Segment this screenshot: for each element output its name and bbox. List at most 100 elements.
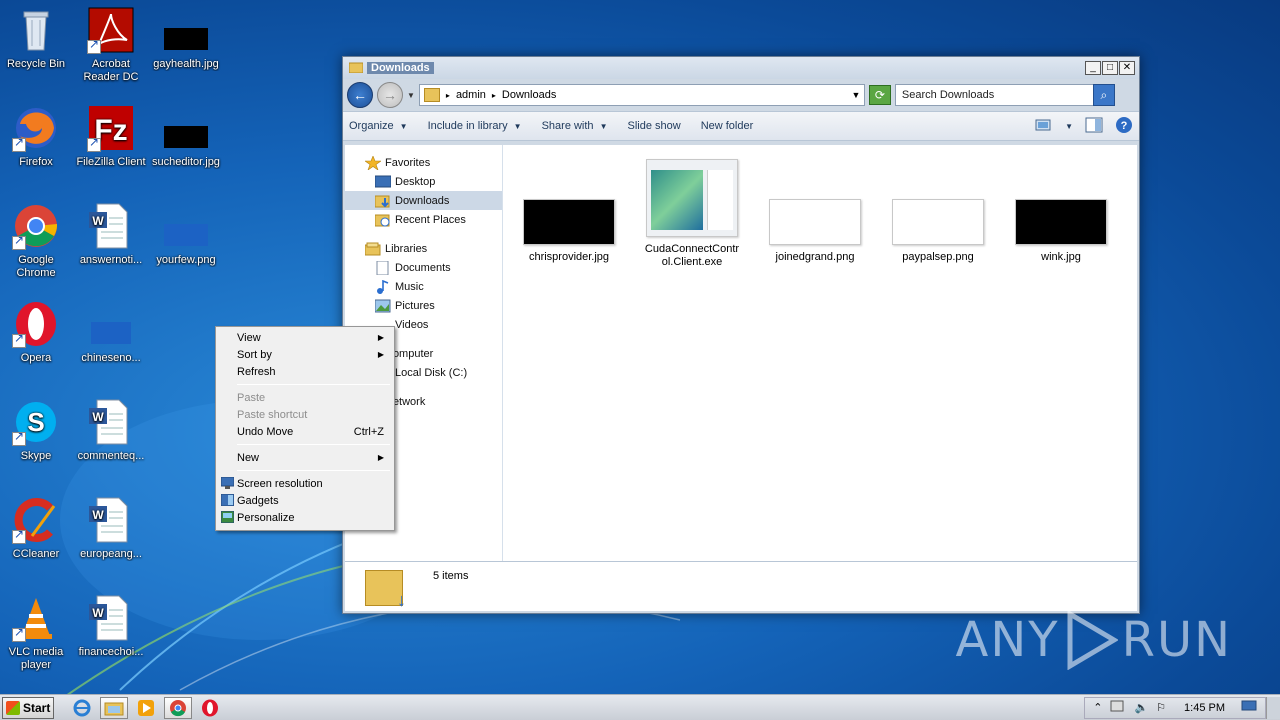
show-desktop-button[interactable] bbox=[1266, 696, 1280, 719]
nav-recent-places[interactable]: Recent Places bbox=[345, 210, 502, 229]
close-button[interactable]: ✕ bbox=[1119, 61, 1135, 75]
nav-favorites[interactable]: Favorites bbox=[345, 153, 502, 172]
breadcrumb-admin[interactable]: admin bbox=[456, 89, 486, 101]
menu-item-sort-by[interactable]: Sort by ▶ bbox=[218, 346, 392, 363]
breadcrumb-chevron-icon[interactable]: ▸ bbox=[492, 91, 496, 100]
nav-downloads[interactable]: Downloads bbox=[345, 191, 502, 210]
file-item[interactable]: CudaConnectControl.Client.exe bbox=[642, 159, 742, 269]
taskbar-internet-explorer[interactable] bbox=[68, 697, 96, 719]
shortcut-arrow-icon bbox=[12, 136, 26, 152]
desktop-icon-filezilla[interactable]: Fz FileZilla Client bbox=[75, 104, 147, 169]
action-center-icon[interactable] bbox=[1110, 699, 1126, 716]
view-options-dropdown-icon[interactable]: ▼ bbox=[1065, 122, 1073, 131]
menu-item-paste[interactable]: Paste bbox=[218, 389, 392, 406]
slide-show-button[interactable]: Slide show bbox=[627, 120, 680, 132]
window-titlebar[interactable]: Downloads _ □ ✕ bbox=[343, 57, 1139, 79]
file-thumbnail bbox=[523, 199, 615, 245]
desktop-icon-answernoti[interactable]: W answernoti... bbox=[75, 202, 147, 267]
desktop-icon-label: Opera bbox=[20, 352, 52, 364]
address-dropdown-icon[interactable]: ▼ bbox=[848, 90, 864, 100]
nav-desktop-label: Desktop bbox=[395, 175, 436, 188]
menu-item-screen-resolution[interactable]: Screen resolution bbox=[218, 475, 392, 492]
desktop-icon-yourfew[interactable]: yourfew.png bbox=[150, 202, 222, 267]
share-with-button[interactable]: Share with ▼ bbox=[542, 120, 608, 132]
file-item[interactable]: joinedgrand.png bbox=[765, 199, 865, 264]
change-view-icon[interactable] bbox=[1035, 118, 1053, 135]
nav-libraries[interactable]: Libraries bbox=[345, 239, 502, 258]
blank-file-icon bbox=[87, 300, 135, 348]
taskbar-media-player[interactable] bbox=[132, 697, 160, 719]
taskbar-explorer[interactable] bbox=[100, 696, 128, 719]
forward-button[interactable]: → bbox=[377, 82, 403, 108]
desktop-icon-sucheditor[interactable]: sucheditor.jpg bbox=[150, 104, 222, 169]
back-button[interactable]: ← bbox=[347, 82, 373, 108]
desktop-icon-firefox[interactable]: Firefox bbox=[0, 104, 72, 169]
desktop-icon-europeang[interactable]: W europeang... bbox=[75, 496, 147, 561]
search-icon[interactable]: ⌕ bbox=[1092, 84, 1115, 106]
filezilla-icon: Fz bbox=[87, 104, 135, 152]
recent-pages-dropdown-icon[interactable]: ▼ bbox=[407, 91, 415, 100]
desktop-icon-chineseno[interactable]: chineseno... bbox=[75, 300, 147, 365]
nav-music[interactable]: Music bbox=[345, 277, 502, 296]
refresh-button[interactable]: ⟳ bbox=[868, 85, 891, 105]
ccleaner-icon bbox=[12, 496, 60, 544]
minimize-button[interactable]: _ bbox=[1085, 61, 1101, 75]
desktop-icon-gayhealth[interactable]: gayhealth.jpg bbox=[150, 6, 222, 71]
nav-desktop[interactable]: Desktop bbox=[345, 172, 502, 191]
desktop-icon-commenteq[interactable]: W commenteq... bbox=[75, 398, 147, 463]
show-hidden-icons-icon[interactable]: ⌃ bbox=[1093, 701, 1102, 714]
chevron-down-icon: ▼ bbox=[399, 121, 408, 131]
desktop-icon-chrome[interactable]: Google Chrome bbox=[0, 202, 72, 280]
taskbar-chrome[interactable] bbox=[164, 696, 192, 719]
menu-item-gadgets[interactable]: Gadgets bbox=[218, 492, 392, 509]
desktop-icon-opera[interactable]: Opera bbox=[0, 300, 72, 365]
network-tray-icon[interactable] bbox=[1241, 700, 1257, 715]
volume-icon[interactable]: 🔈 bbox=[1134, 701, 1148, 714]
desktop-context-menu[interactable]: View ▶ Sort by ▶ Refresh Paste Paste short… bbox=[215, 326, 395, 531]
breadcrumb-downloads[interactable]: Downloads bbox=[502, 89, 556, 101]
desktop-icon-label: europeang... bbox=[80, 548, 142, 560]
file-item[interactable]: wink.jpg bbox=[1011, 199, 1111, 264]
pictures-icon bbox=[374, 299, 391, 313]
clock[interactable]: 1:45 PM bbox=[1184, 702, 1225, 714]
menu-item-paste-shortcut[interactable]: Paste shortcut bbox=[218, 406, 392, 423]
menu-item-personalize[interactable]: Personalize bbox=[218, 509, 392, 526]
include-in-library-button[interactable]: Include in library ▼ bbox=[428, 120, 522, 132]
help-icon[interactable]: ? bbox=[1115, 116, 1133, 137]
desktop-icon-vlc[interactable]: VLC media player bbox=[0, 594, 72, 672]
new-folder-button[interactable]: New folder bbox=[701, 120, 754, 132]
desktop-icon-financechoi[interactable]: W financechoi... bbox=[75, 594, 147, 659]
menu-item-new[interactable]: New ▶ bbox=[218, 449, 392, 466]
acrobat-icon bbox=[87, 6, 135, 54]
desktop-icon-recycle-bin[interactable]: Recycle Bin bbox=[0, 6, 72, 71]
file-list[interactable]: chrisprovider.jpg CudaConnectControl.Cli… bbox=[503, 145, 1137, 561]
menu-label: Screen resolution bbox=[237, 477, 323, 490]
file-thumbnail bbox=[769, 199, 861, 245]
watermark-text-left: ANY bbox=[955, 612, 1060, 668]
start-button[interactable]: Start bbox=[2, 696, 54, 719]
shortcut-arrow-icon bbox=[12, 332, 26, 348]
file-item[interactable]: paypalsep.png bbox=[888, 199, 988, 264]
file-name: chrisprovider.jpg bbox=[528, 251, 610, 263]
taskbar-opera[interactable] bbox=[196, 697, 224, 719]
file-item[interactable]: chrisprovider.jpg bbox=[519, 199, 619, 264]
star-icon bbox=[364, 155, 382, 171]
desktop-icon-acrobat[interactable]: Acrobat Reader DC bbox=[75, 6, 147, 84]
organize-button[interactable]: Organize ▼ bbox=[349, 120, 408, 132]
desktop-icon-label: gayhealth.jpg bbox=[153, 58, 219, 70]
menu-item-undo-move[interactable]: Undo Move Ctrl+Z bbox=[218, 423, 392, 440]
nav-documents[interactable]: Documents bbox=[345, 258, 502, 277]
search-input[interactable]: Search Downloads ⌕ bbox=[894, 84, 1115, 106]
flag-icon[interactable]: ⚐ bbox=[1156, 701, 1166, 714]
desktop-icon-label: Skype bbox=[20, 450, 52, 462]
nav-pictures[interactable]: Pictures bbox=[345, 296, 502, 315]
explorer-window[interactable]: Downloads _ □ ✕ ← → ▼ ▸ admin ▸ Download… bbox=[342, 56, 1140, 614]
preview-pane-icon[interactable] bbox=[1085, 117, 1103, 136]
breadcrumb-chevron-icon[interactable]: ▸ bbox=[446, 91, 450, 100]
menu-item-refresh[interactable]: Refresh bbox=[218, 363, 392, 380]
maximize-button[interactable]: □ bbox=[1102, 61, 1118, 75]
address-field[interactable]: ▸ admin ▸ Downloads ▼ bbox=[418, 84, 865, 106]
desktop-icon-ccleaner[interactable]: CCleaner bbox=[0, 496, 72, 561]
menu-item-view[interactable]: View ▶ bbox=[218, 329, 392, 346]
desktop-icon-skype[interactable]: S Skype bbox=[0, 398, 72, 463]
